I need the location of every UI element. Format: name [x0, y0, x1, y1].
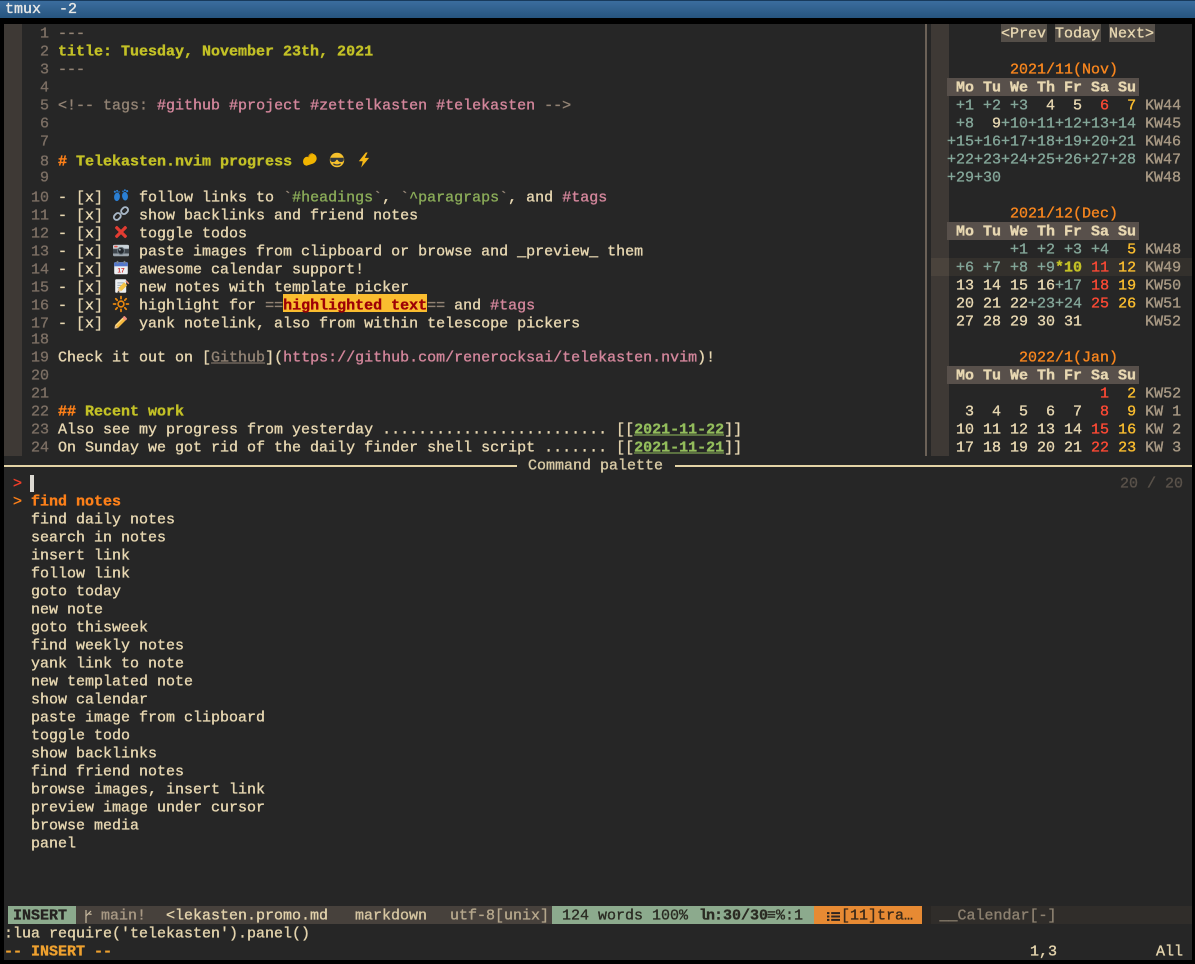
svg-text:17: 17	[117, 268, 125, 275]
